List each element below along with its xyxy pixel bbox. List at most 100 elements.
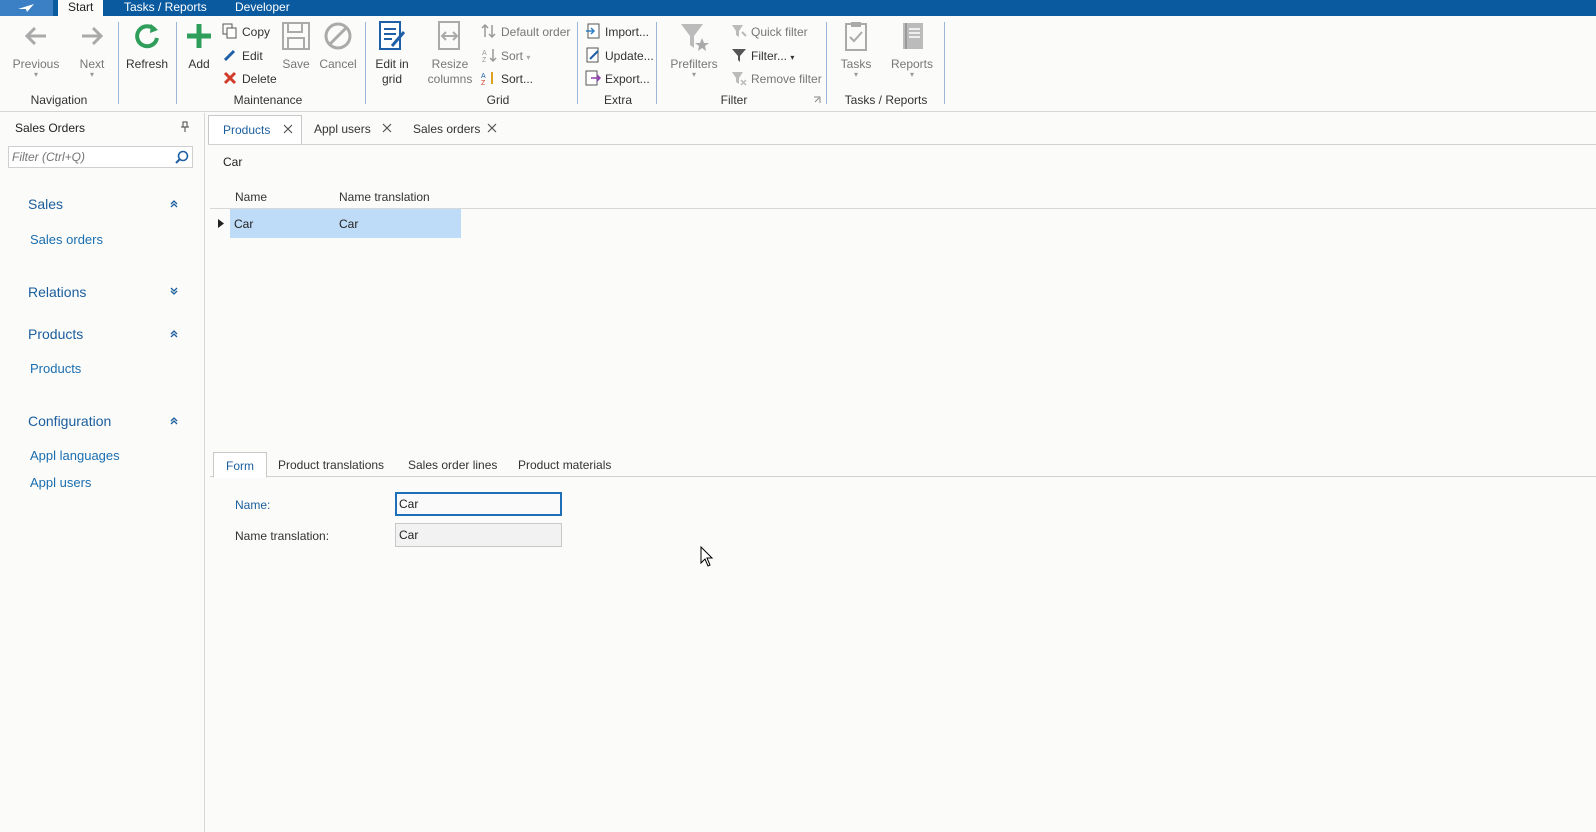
chevron-up-icon[interactable] [170, 200, 178, 208]
ribbon-tab-tasks-reports[interactable]: Tasks / Reports [114, 0, 217, 16]
copy-icon [222, 23, 237, 39]
sort-dialog-icon: AZ [481, 72, 493, 86]
previous-button[interactable]: Previous ▾ [12, 20, 60, 79]
edit-button[interactable]: Edit [222, 46, 263, 66]
sidebar-filter-input[interactable] [9, 147, 169, 167]
group-separator [176, 22, 177, 104]
add-button[interactable]: Add [182, 20, 216, 72]
cancel-button[interactable]: Cancel [318, 20, 358, 72]
export-button[interactable]: Export... [585, 69, 650, 89]
dialog-launcher-icon[interactable] [813, 96, 821, 104]
row-indicator-icon [218, 219, 224, 228]
remove-filter-button[interactable]: Remove filter [731, 69, 822, 89]
chevron-up-icon[interactable] [170, 330, 178, 338]
nav-item-appl-languages[interactable]: Appl languages [30, 448, 120, 463]
export-icon [585, 70, 601, 86]
nav-item-appl-users[interactable]: Appl users [30, 475, 91, 490]
reports-button[interactable]: Reports ▾ [888, 20, 936, 79]
detail-tab-product-translations[interactable]: Product translations [266, 452, 396, 477]
cancel-icon [324, 22, 352, 50]
name-translation-field[interactable]: Car [395, 523, 562, 547]
dropdown-arrow-icon: ▾ [853, 70, 858, 79]
chevron-up-icon[interactable] [170, 417, 178, 425]
group-label-filter: Filter [720, 93, 748, 107]
group-label-tasks-reports: Tasks / Reports [844, 93, 928, 107]
quick-filter-button[interactable]: Quick filter [731, 22, 808, 42]
delete-button[interactable]: Delete [222, 69, 277, 89]
remove-filter-label: Remove filter [751, 72, 822, 86]
chevron-down-icon[interactable] [170, 287, 178, 295]
detail-tab-form[interactable]: Form [213, 452, 267, 478]
group-label-grid: Grid [486, 93, 510, 107]
funnel-icon [732, 49, 746, 62]
add-label: Add [188, 57, 210, 71]
grid-header: Name Name translation [210, 185, 1596, 209]
sort-label: Sort [501, 49, 524, 63]
edit-in-grid-button[interactable]: Edit in grid [371, 20, 413, 87]
group-separator [656, 22, 657, 104]
close-icon[interactable] [382, 123, 392, 133]
application-menu-button[interactable] [0, 0, 53, 16]
save-button[interactable]: Save [280, 20, 312, 72]
sort-dialog-button[interactable]: A Z Sort... [481, 69, 533, 89]
doc-tab-sales-orders[interactable]: Sales orders [399, 115, 505, 144]
group-separator [944, 22, 945, 104]
sort-az-icon: AZ [482, 49, 497, 63]
copy-button[interactable]: Copy [222, 22, 270, 42]
pin-icon[interactable] [180, 121, 190, 133]
sort-dialog-label: Sort... [501, 72, 534, 86]
refresh-button[interactable]: Refresh [124, 20, 170, 72]
doc-tab-label: Products [223, 123, 271, 137]
column-header-name[interactable]: Name [235, 190, 267, 204]
ribbon-tab-start[interactable]: Start [58, 0, 104, 16]
search-icon[interactable] [175, 150, 189, 164]
nav-item-products[interactable]: Products [30, 361, 81, 376]
selected-row-cells[interactable]: Car Car [230, 209, 461, 238]
edit-in-grid-label: Edit in [375, 57, 409, 71]
filter-dialog-label: Filter... [751, 49, 788, 63]
nav-item-sales-orders[interactable]: Sales orders [30, 232, 103, 247]
nav-header-products[interactable]: Products [28, 326, 83, 342]
group-label-extra: Extra [603, 93, 632, 107]
quick-filter-label: Quick filter [751, 25, 808, 39]
group-separator [826, 22, 827, 104]
ribbon-tab-developer[interactable]: Developer [225, 0, 300, 16]
resize-columns-icon [438, 21, 460, 50]
close-icon[interactable] [487, 123, 497, 133]
group-label-maintenance: Maintenance [233, 93, 303, 107]
nav-header-sales[interactable]: Sales [28, 196, 63, 212]
name-label: Name: [235, 498, 271, 512]
nav-header-relations[interactable]: Relations [28, 284, 86, 300]
tasks-label: Tasks [840, 57, 872, 71]
name-field[interactable]: Car [395, 492, 562, 516]
update-icon [586, 47, 599, 63]
arrow-right-icon [82, 26, 104, 46]
sort-button[interactable]: A Z Sort ▾ [481, 46, 530, 66]
update-button[interactable]: Update... [585, 46, 654, 66]
default-order-button[interactable]: Default order [481, 22, 570, 42]
export-label: Export... [605, 72, 650, 86]
sidebar-title: Sales Orders [15, 121, 86, 135]
filter-dialog-button[interactable]: Filter... ▾ [731, 46, 794, 66]
doc-tab-appl-users[interactable]: Appl users [300, 115, 400, 144]
next-button[interactable]: Next ▾ [72, 20, 112, 79]
detail-tab-product-materials[interactable]: Product materials [506, 452, 623, 477]
column-header-name-translation[interactable]: Name translation [339, 190, 430, 204]
close-icon[interactable] [283, 124, 293, 134]
sidebar: Sales Orders Sales Sales orders Relation… [0, 113, 205, 832]
prefilters-button[interactable]: Prefilters ▾ [668, 20, 720, 79]
detail-tabs: Form Product translations Sales order li… [210, 452, 1596, 478]
tasks-button[interactable]: Tasks ▾ [836, 20, 876, 79]
import-button[interactable]: Import... [585, 22, 649, 42]
resize-columns-label: Resize [431, 57, 469, 71]
detail-tab-sales-order-lines[interactable]: Sales order lines [396, 452, 509, 477]
doc-tab-label: Sales orders [413, 122, 481, 136]
svg-text:A: A [481, 73, 486, 80]
resize-columns-button[interactable]: Resize columns [425, 20, 475, 87]
table-cell[interactable]: Car [339, 217, 358, 231]
refresh-icon [135, 24, 159, 49]
nav-header-configuration[interactable]: Configuration [28, 413, 111, 429]
doc-tab-products[interactable]: Products [208, 115, 302, 145]
svg-text:Z: Z [482, 57, 487, 63]
table-cell[interactable]: Car [234, 217, 253, 231]
